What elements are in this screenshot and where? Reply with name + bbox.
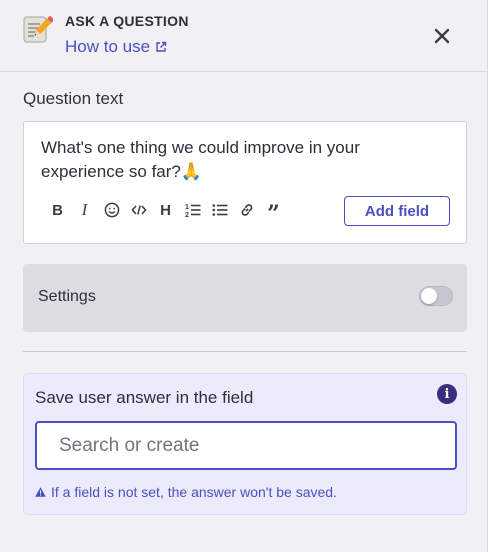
memo-pencil-icon	[23, 14, 55, 44]
bold-icon[interactable]: B	[44, 199, 71, 221]
panel-title: ASK A QUESTION	[65, 13, 189, 29]
save-answer-section: Save user answer in the field i If a fie…	[23, 373, 467, 515]
ordered-list-icon[interactable]: 12	[179, 199, 206, 221]
save-answer-label: Save user answer in the field	[35, 388, 254, 407]
settings-label: Settings	[38, 288, 96, 305]
toggle-knob	[421, 288, 437, 304]
add-field-button[interactable]: Add field	[344, 196, 450, 226]
question-text-content[interactable]: What's one thing we could improve in you…	[41, 136, 441, 184]
svg-text:2: 2	[185, 212, 189, 218]
question-editor[interactable]: What's one thing we could improve in you…	[23, 121, 467, 244]
warning-text: If a field is not set, the answer won't …	[51, 484, 337, 500]
heading-icon[interactable]: H	[152, 199, 179, 221]
warning-icon	[35, 487, 46, 497]
question-text-label: Question text	[23, 89, 124, 108]
warning-message: If a field is not set, the answer won't …	[35, 484, 337, 500]
svg-text:1: 1	[185, 204, 189, 211]
divider	[23, 351, 467, 352]
info-icon[interactable]: i	[437, 384, 457, 404]
how-to-use-label: How to use	[65, 37, 151, 56]
bullet-list-icon[interactable]	[206, 199, 233, 221]
italic-icon[interactable]: I	[71, 199, 98, 221]
close-icon[interactable]	[430, 24, 454, 48]
settings-toggle[interactable]	[419, 286, 453, 306]
panel-header: ASK A QUESTION How to use	[0, 0, 488, 72]
field-search-input[interactable]	[35, 421, 457, 470]
external-link-icon	[156, 41, 167, 52]
question-panel: ASK A QUESTION How to use Question text …	[0, 0, 488, 552]
emoji-icon[interactable]	[98, 199, 125, 221]
link-icon[interactable]	[233, 199, 260, 221]
code-icon[interactable]	[125, 199, 152, 221]
formatting-toolbar: B I H 12 ”	[44, 199, 287, 225]
quote-icon[interactable]: ”	[260, 199, 287, 225]
settings-toggle-row[interactable]: Settings	[23, 264, 467, 332]
how-to-use-link[interactable]: How to use	[65, 37, 167, 57]
